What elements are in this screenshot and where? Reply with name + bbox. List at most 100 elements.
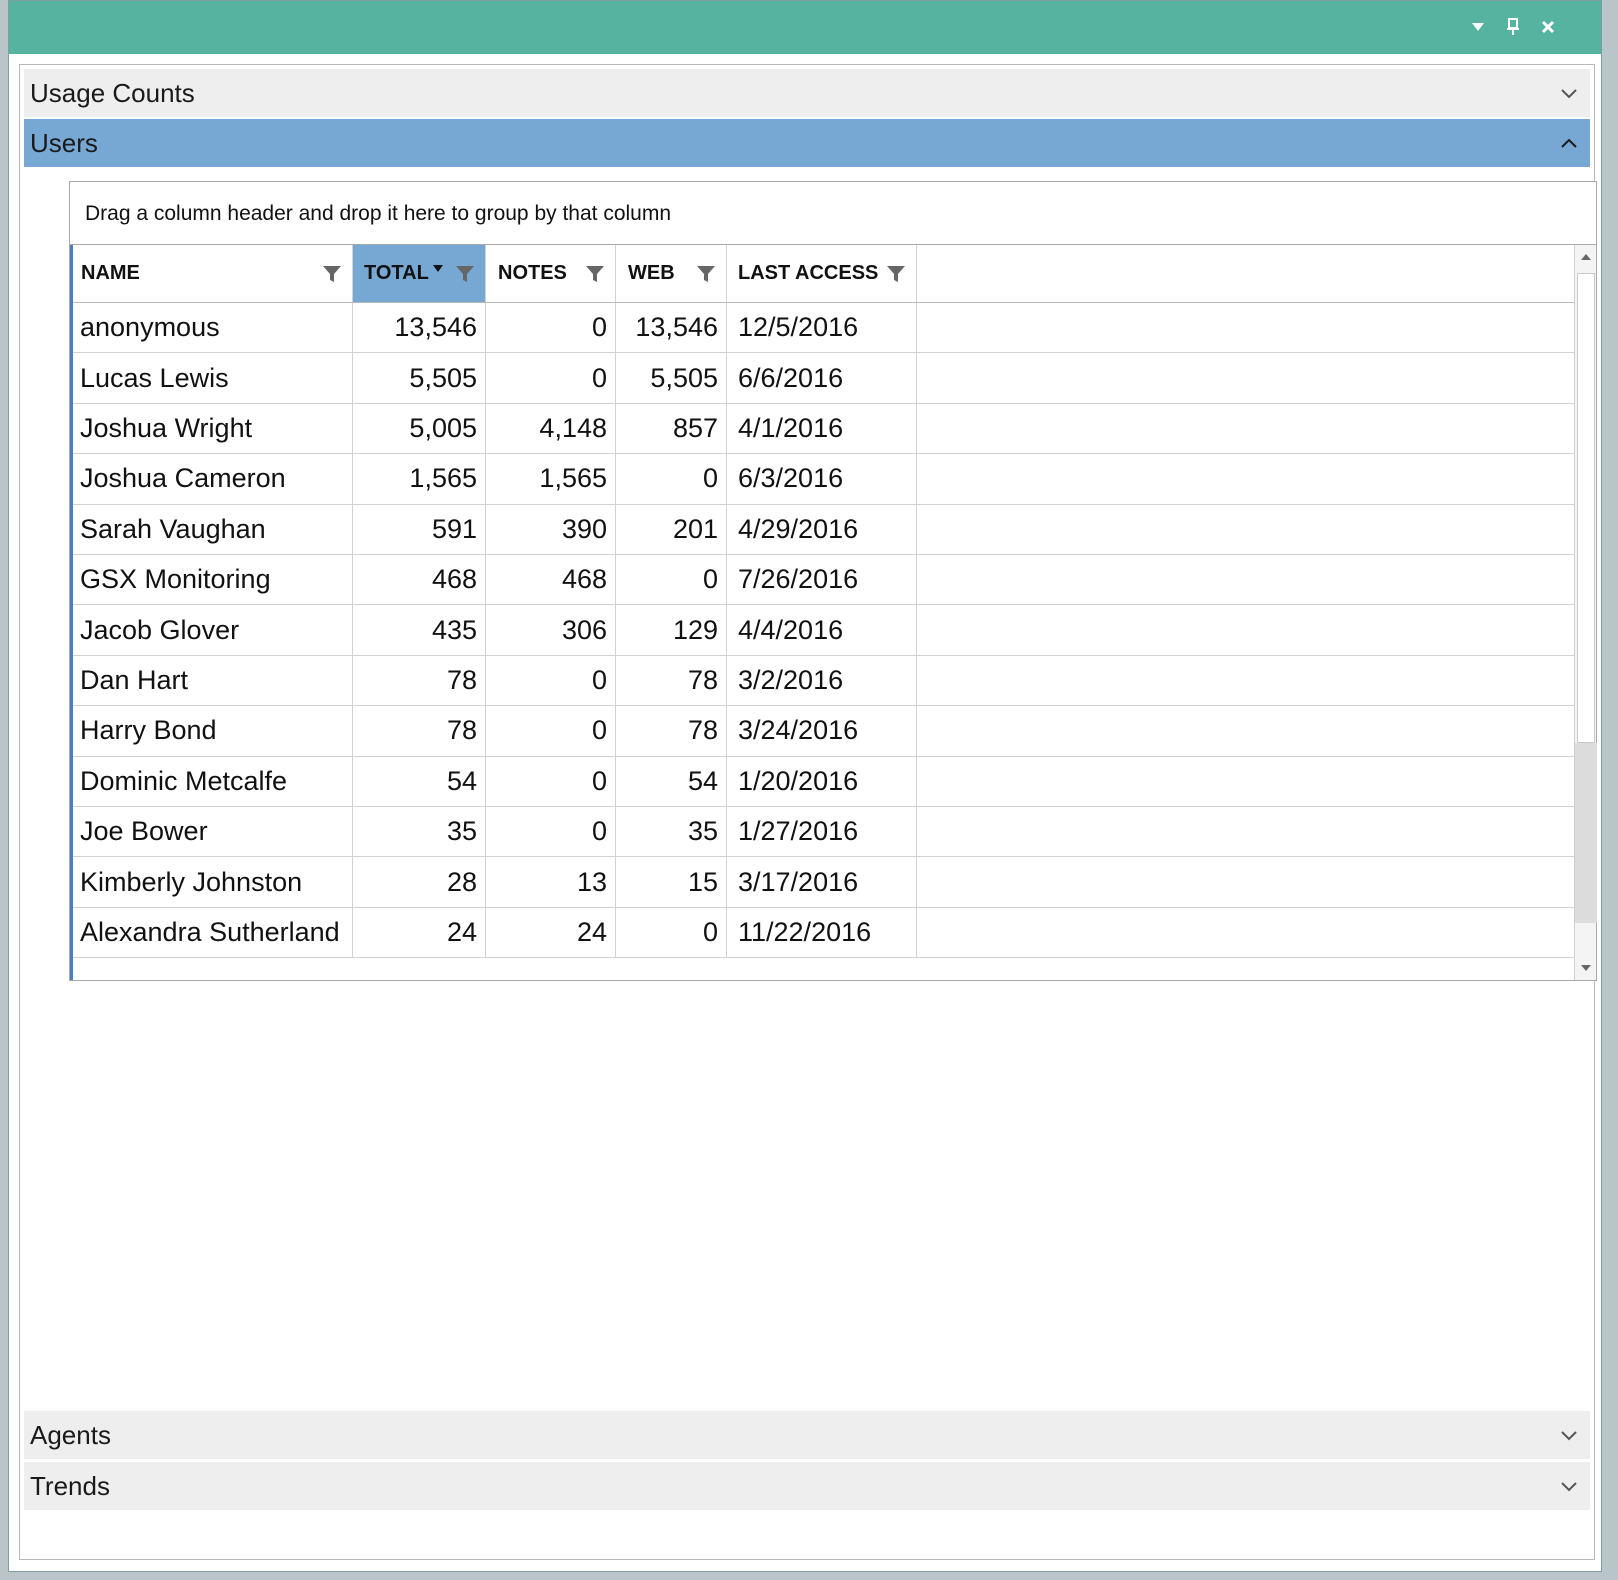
report-window: Usage Counts Users Drag a column header … bbox=[8, 0, 1602, 1572]
table-row[interactable]: Harry Bond 78 0 78 3/24/2016 bbox=[73, 706, 1576, 757]
cell-last-access: 6/3/2016 bbox=[727, 454, 917, 504]
cell-notes: 390 bbox=[486, 504, 616, 554]
column-header-label: NOTES bbox=[498, 262, 567, 284]
cell-total: 468 bbox=[353, 555, 486, 605]
cell-last-access: 1/27/2016 bbox=[727, 807, 917, 857]
scrollbar-thumb[interactable] bbox=[1577, 273, 1595, 743]
cell-web: 13,546 bbox=[616, 303, 727, 353]
filter-icon[interactable] bbox=[455, 264, 475, 284]
column-header-label: LAST ACCESS bbox=[738, 262, 879, 284]
cell-filler bbox=[917, 757, 1576, 806]
column-header-label: NAME bbox=[81, 262, 140, 284]
section-users[interactable]: Users bbox=[24, 119, 1590, 167]
cell-last-access: 12/5/2016 bbox=[727, 303, 917, 353]
section-usage-counts[interactable]: Usage Counts bbox=[24, 69, 1590, 117]
scroll-up-icon[interactable] bbox=[1575, 245, 1597, 269]
table-row[interactable]: anonymous 13,546 0 13,546 12/5/2016 bbox=[73, 303, 1576, 354]
cell-last-access: 1/20/2016 bbox=[727, 756, 917, 806]
column-header-web[interactable]: WEB bbox=[616, 245, 727, 302]
table-row[interactable]: Kimberly Johnston 28 13 15 3/17/2016 bbox=[73, 857, 1576, 908]
cell-web: 78 bbox=[616, 706, 727, 756]
section-agents[interactable]: Agents bbox=[24, 1411, 1590, 1459]
table-row[interactable]: Lucas Lewis 5,505 0 5,505 6/6/2016 bbox=[73, 353, 1576, 404]
pin-icon[interactable] bbox=[1498, 12, 1528, 42]
filter-icon[interactable] bbox=[696, 264, 716, 284]
column-header-total[interactable]: TOTAL bbox=[353, 245, 486, 302]
cell-notes: 24 bbox=[486, 907, 616, 958]
cell-last-access: 7/26/2016 bbox=[727, 555, 917, 605]
cell-filler bbox=[917, 454, 1576, 503]
table-row[interactable]: Dominic Metcalfe 54 0 54 1/20/2016 bbox=[73, 756, 1576, 807]
column-header-name[interactable]: NAME bbox=[73, 245, 353, 302]
cell-last-access: 6/6/2016 bbox=[727, 353, 917, 403]
cell-web: 129 bbox=[616, 605, 727, 655]
table-row[interactable]: GSX Monitoring 468 468 0 7/26/2016 bbox=[73, 555, 1576, 606]
filter-icon[interactable] bbox=[585, 264, 605, 284]
header-row: NAME TOTAL NOTES WEB LAST ACCESS bbox=[73, 245, 1576, 303]
cell-total: 78 bbox=[353, 706, 486, 756]
chevron-up-icon bbox=[1561, 138, 1577, 148]
vertical-scrollbar[interactable] bbox=[1574, 245, 1597, 980]
table-row[interactable]: Jacob Glover 435 306 129 4/4/2016 bbox=[73, 605, 1576, 656]
cell-name: Joshua Wright bbox=[73, 403, 353, 454]
cell-last-access: 4/29/2016 bbox=[727, 504, 917, 554]
cell-filler bbox=[917, 908, 1576, 957]
dropdown-icon[interactable] bbox=[1463, 12, 1493, 42]
cell-filler bbox=[917, 303, 1576, 352]
cell-last-access: 11/22/2016 bbox=[727, 907, 917, 958]
column-header-last-access[interactable]: LAST ACCESS bbox=[727, 245, 917, 302]
table-row[interactable]: Sarah Vaughan 591 390 201 4/29/2016 bbox=[73, 504, 1576, 555]
table-row[interactable]: Joshua Cameron 1,565 1,565 0 6/3/2016 bbox=[73, 454, 1576, 505]
cell-name: Jacob Glover bbox=[73, 605, 353, 655]
section-trends[interactable]: Trends bbox=[24, 1462, 1590, 1510]
scrollbar-track[interactable] bbox=[1575, 743, 1597, 923]
column-header-label: TOTAL bbox=[364, 262, 429, 284]
cell-name: Joe Bower bbox=[73, 807, 353, 857]
cell-web: 201 bbox=[616, 504, 727, 554]
cell-name: GSX Monitoring bbox=[73, 555, 353, 605]
filter-icon[interactable] bbox=[886, 264, 906, 284]
cell-name: Joshua Cameron bbox=[73, 454, 353, 504]
cell-notes: 306 bbox=[486, 605, 616, 655]
cell-web: 78 bbox=[616, 655, 727, 706]
title-bar bbox=[9, 1, 1601, 54]
cell-notes: 0 bbox=[486, 706, 616, 756]
cell-last-access: 4/4/2016 bbox=[727, 605, 917, 655]
section-title: Trends bbox=[30, 1470, 110, 1501]
cell-notes: 0 bbox=[486, 756, 616, 806]
cell-filler bbox=[917, 605, 1576, 654]
cell-notes: 13 bbox=[486, 857, 616, 907]
cell-filler bbox=[917, 857, 1576, 906]
header-filler bbox=[917, 245, 1576, 302]
section-title: Users bbox=[30, 127, 98, 158]
close-icon[interactable] bbox=[1533, 12, 1563, 42]
sort-descending-icon bbox=[432, 265, 443, 272]
column-header-notes[interactable]: NOTES bbox=[486, 245, 616, 302]
group-by-panel[interactable]: Drag a column header and drop it here to… bbox=[70, 182, 1596, 245]
section-title: Agents bbox=[30, 1419, 111, 1450]
chevron-down-icon bbox=[1561, 89, 1577, 99]
table-row[interactable]: Dan Hart 78 0 78 3/2/2016 bbox=[73, 655, 1576, 707]
cell-total: 35 bbox=[353, 807, 486, 857]
grid-body: NAME TOTAL NOTES WEB LAST ACCESS anonymo… bbox=[70, 245, 1576, 980]
filter-icon[interactable] bbox=[322, 264, 342, 284]
cell-notes: 0 bbox=[486, 303, 616, 353]
cell-web: 54 bbox=[616, 756, 727, 806]
cell-notes: 0 bbox=[486, 353, 616, 403]
cell-last-access: 3/2/2016 bbox=[727, 655, 917, 706]
table-row[interactable]: Joshua Wright 5,005 4,148 857 4/1/2016 bbox=[73, 403, 1576, 455]
table-row[interactable]: Joe Bower 35 0 35 1/27/2016 bbox=[73, 807, 1576, 858]
cell-notes: 468 bbox=[486, 555, 616, 605]
cell-web: 15 bbox=[616, 857, 727, 907]
cell-name: anonymous bbox=[73, 303, 353, 353]
cell-web: 5,505 bbox=[616, 353, 727, 403]
cell-total: 78 bbox=[353, 655, 486, 706]
cell-total: 13,546 bbox=[353, 303, 486, 353]
cell-notes: 1,565 bbox=[486, 454, 616, 504]
cell-filler bbox=[917, 807, 1576, 856]
column-header-label: WEB bbox=[628, 262, 675, 284]
table-row[interactable]: Alexandra Sutherland 24 24 0 11/22/2016 bbox=[73, 907, 1576, 959]
cell-last-access: 3/24/2016 bbox=[727, 706, 917, 756]
cell-filler bbox=[917, 706, 1576, 755]
scroll-down-icon[interactable] bbox=[1575, 956, 1597, 980]
